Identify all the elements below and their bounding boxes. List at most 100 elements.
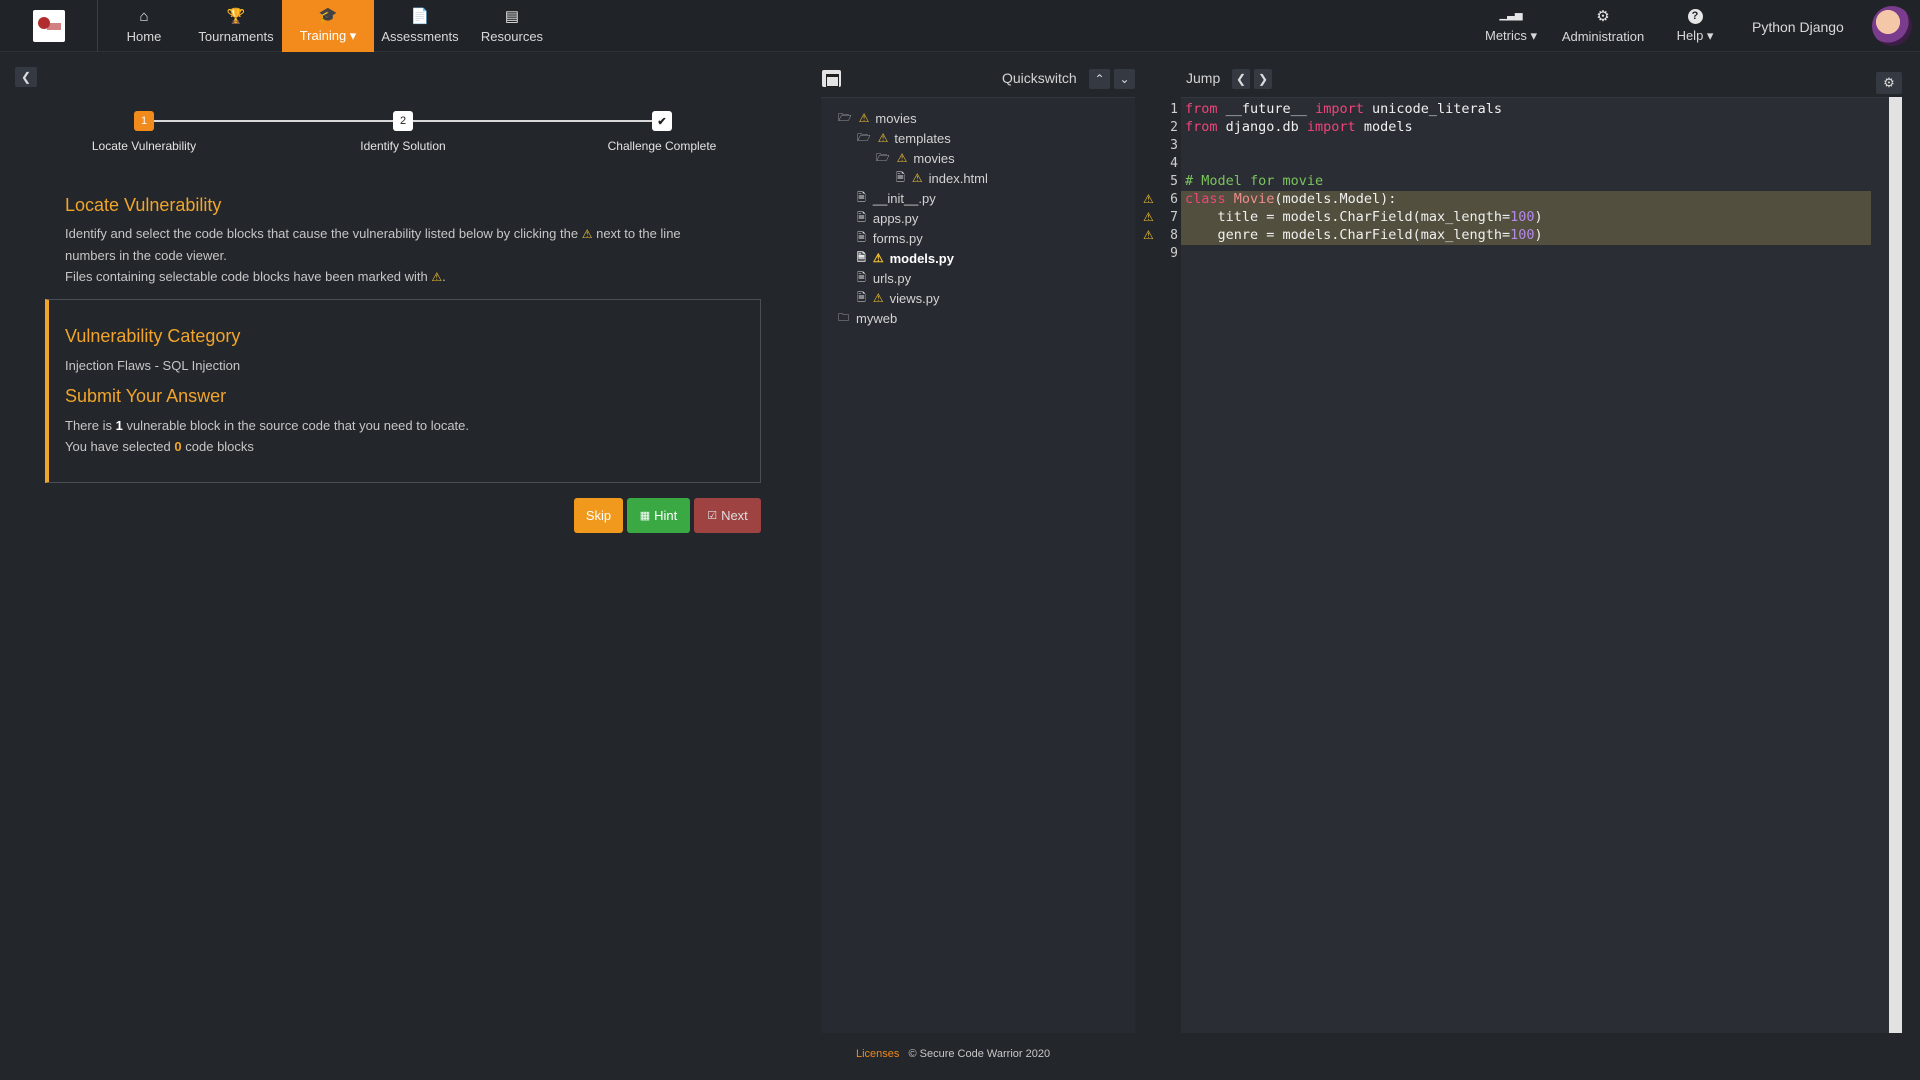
tree-file-views-py[interactable]: 🗎 ⚠ views.py: [857, 289, 939, 307]
maximize-window-icon[interactable]: [822, 70, 841, 87]
hint-label: Hint: [654, 508, 678, 523]
locate-title: Locate Vulnerability: [65, 195, 222, 215]
warning-icon[interactable]: ⚠: [1143, 192, 1154, 206]
presentation-icon: ▤: [504, 7, 520, 25]
tree-folder-templates[interactable]: 🗁 ⚠ templates: [857, 129, 951, 147]
selected-text-b: code blocks: [185, 439, 254, 454]
next-button[interactable]: ☑ Next: [694, 498, 761, 533]
step-3-check-icon: ✔: [652, 111, 672, 131]
code-text: unicode_literals: [1363, 101, 1503, 117]
code-keyword: from: [1185, 119, 1218, 135]
vulnerability-category-title: Vulnerability Category: [65, 326, 241, 346]
code-keyword: import: [1306, 119, 1356, 135]
code-line-5: # Model for movie: [1185, 173, 1324, 189]
code-text: genre = models.CharField(max_length=: [1185, 227, 1511, 243]
tree-item-label: movies: [875, 110, 917, 126]
nav-training[interactable]: 🎓 Training ▾: [282, 0, 374, 52]
count-text-a: There is: [65, 418, 112, 433]
graduation-cap-icon: 🎓: [318, 7, 338, 24]
locate-line1a: Identify and select the code blocks that…: [65, 226, 579, 241]
tree-file-apps-py[interactable]: 🗎 apps.py: [857, 209, 918, 227]
tree-file-models-py[interactable]: 🗎 ⚠ models.py: [857, 249, 954, 267]
quickswitch-down-button[interactable]: ⌄: [1114, 69, 1135, 89]
home-icon: ⌂: [139, 7, 149, 25]
step-1-label: Locate Vulnerability: [91, 139, 197, 153]
code-line-6[interactable]: class Movie(models.Model):: [1185, 191, 1396, 207]
line-number: 3: [1170, 138, 1178, 153]
line-number[interactable]: 6: [1150, 192, 1178, 207]
collapse-panel-button[interactable]: ❮: [15, 67, 37, 87]
user-name[interactable]: Python Django: [1752, 19, 1844, 35]
count-text-b: vulnerable block in the source code that…: [126, 418, 470, 433]
grid-icon: ▦: [639, 510, 651, 522]
step-3-label: Challenge Complete: [607, 139, 717, 153]
file-icon: 🗎: [857, 271, 866, 284]
nav-resources-label: Resources: [480, 28, 544, 44]
file-icon: 🗎: [896, 171, 905, 184]
warning-icon: ⚠: [872, 251, 884, 265]
quickswitch-up-button[interactable]: ⌃: [1089, 69, 1110, 89]
code-text: title = models.CharField(max_length=: [1185, 209, 1511, 225]
quickswitch-label: Quickswitch: [1002, 70, 1077, 86]
chevron-left-icon: ❮: [20, 70, 32, 84]
step-2-marker: 2: [393, 111, 413, 131]
licenses-link[interactable]: Licenses: [856, 1048, 899, 1060]
code-text: models: [1355, 119, 1413, 135]
line-number: 5: [1170, 174, 1178, 189]
nav-metrics[interactable]: ▁▃▅ Metrics ▾: [1470, 0, 1552, 52]
step-1-marker: 1: [134, 111, 154, 131]
nav-help[interactable]: ? Help ▾: [1660, 0, 1730, 52]
tree-item-label: urls.py: [872, 270, 912, 286]
line-number: 9: [1170, 246, 1178, 261]
tree-folder-movies-templates[interactable]: 🗁 ⚠ movies: [876, 149, 955, 167]
jump-next-button[interactable]: ❯: [1254, 69, 1272, 89]
jump-prev-button[interactable]: ❮: [1232, 69, 1250, 89]
nav-assessments-label: Assessments: [381, 28, 459, 44]
nav-home-label: Home: [126, 28, 162, 44]
skip-button[interactable]: Skip: [574, 498, 623, 533]
tree-file-init-py[interactable]: 🗎 __init__.py: [857, 189, 936, 207]
avatar[interactable]: [1872, 6, 1912, 46]
tree-file-index-html[interactable]: 🗎 ⚠ index.html: [896, 169, 988, 187]
code-line-8[interactable]: genre = models.CharField(max_length=100): [1185, 227, 1543, 243]
warning-icon: ⚠: [896, 151, 908, 165]
nav-tournaments[interactable]: 🏆 Tournaments: [190, 0, 282, 52]
line-number[interactable]: 8: [1150, 228, 1178, 243]
locate-line2: numbers in the code viewer.: [65, 248, 227, 263]
tree-file-urls-py[interactable]: 🗎 urls.py: [857, 269, 911, 287]
gear-icon: ⚙: [1883, 75, 1895, 90]
settings-button[interactable]: ⚙: [1876, 72, 1902, 94]
chevron-up-icon: ⌃: [1094, 72, 1105, 86]
tree-folder-myweb[interactable]: 🗀 myweb: [838, 309, 897, 327]
code-line-1: from __future__ import unicode_literals: [1185, 101, 1502, 117]
nav-training-label: Training ▾: [299, 28, 357, 43]
nav-assessments[interactable]: 📄 Assessments: [374, 0, 466, 52]
tree-file-forms-py[interactable]: 🗎 forms.py: [857, 229, 923, 247]
logo[interactable]: [33, 10, 65, 42]
nav-resources[interactable]: ▤ Resources: [466, 0, 558, 52]
code-keyword: class: [1185, 191, 1226, 207]
nav-administration[interactable]: ⚙ Administration: [1555, 0, 1651, 52]
warning-icon[interactable]: ⚠: [1143, 210, 1154, 224]
warning-icon: ⚠: [911, 171, 923, 185]
help-icon: ?: [1687, 8, 1703, 24]
hint-button[interactable]: ▦ Hint: [627, 498, 690, 533]
code-text: django.db: [1217, 119, 1307, 135]
skip-label: Skip: [585, 508, 612, 523]
footer: Licenses © Secure Code Warrior 2020: [856, 1048, 1050, 1060]
code-scrollbar[interactable]: [1889, 97, 1902, 1033]
top-navbar: ⌂ Home 🏆 Tournaments 🎓 Training ▾ 📄 Asse…: [0, 0, 1920, 52]
warning-icon: ⚠: [872, 291, 884, 305]
code-number: 100: [1510, 227, 1535, 243]
line-number[interactable]: 7: [1150, 210, 1178, 225]
code-line-7[interactable]: title = models.CharField(max_length=100): [1185, 209, 1543, 225]
warning-icon[interactable]: ⚠: [1143, 228, 1154, 242]
tree-folder-movies[interactable]: 🗁 ⚠ movies: [838, 109, 917, 127]
locate-instructions: Identify and select the code blocks that…: [65, 223, 681, 288]
vulnerable-count-text: There is 1 vulnerable block in the sourc…: [65, 415, 469, 457]
submit-answer-title: Submit Your Answer: [65, 386, 227, 406]
code-text: (models.Model):: [1274, 191, 1397, 207]
code-keyword: import: [1315, 101, 1364, 117]
nav-home[interactable]: ⌂ Home: [101, 0, 187, 52]
nav-administration-label: Administration: [1561, 28, 1645, 44]
